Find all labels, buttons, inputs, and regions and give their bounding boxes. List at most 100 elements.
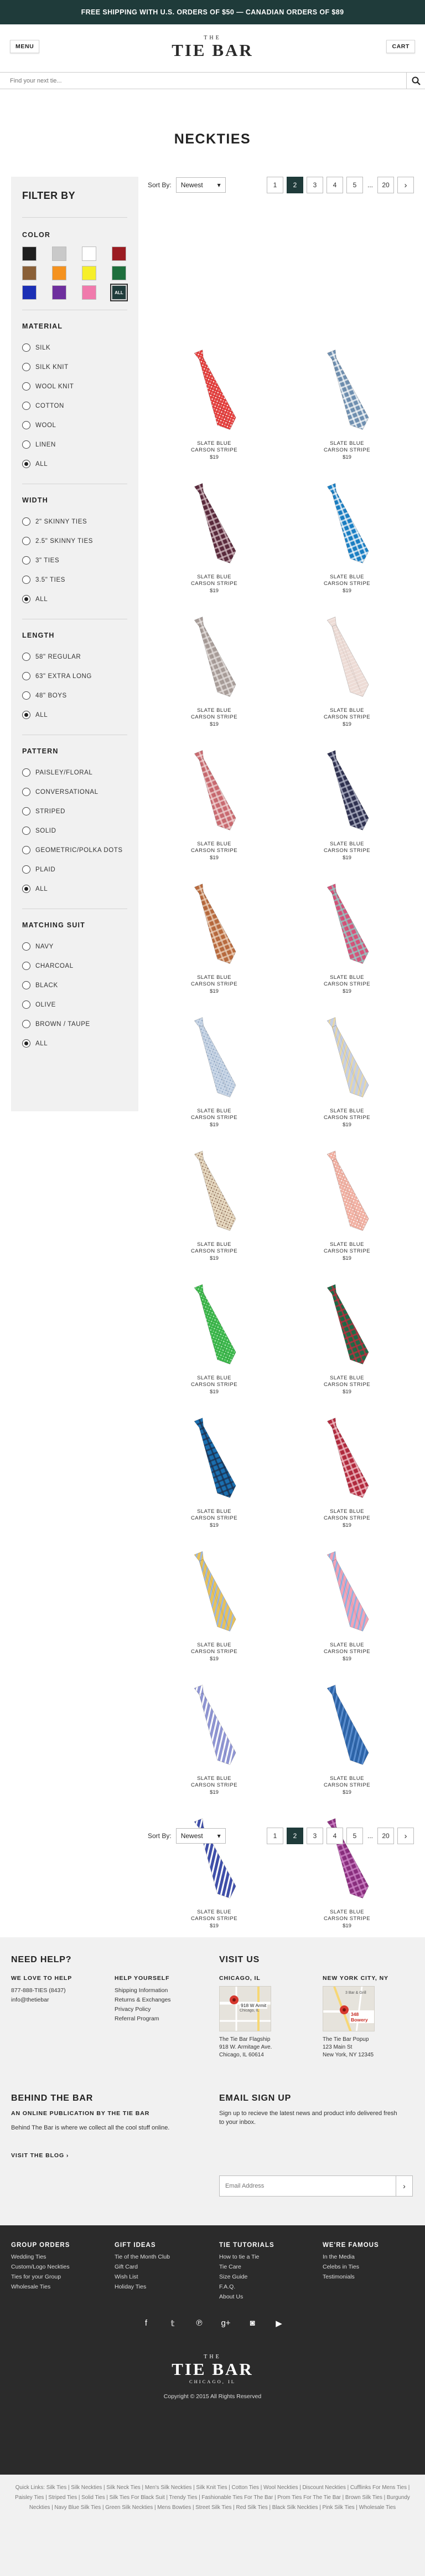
group-orders-link[interactable]: Wholesale Ties [11, 2282, 70, 2292]
radio-button[interactable] [22, 691, 30, 700]
product-card[interactable]: SLATE BLUE CARSON STRIPE $19 [281, 747, 413, 880]
product-image[interactable] [181, 613, 247, 702]
gift-ideas-link[interactable]: Gift Card [115, 2262, 170, 2272]
quick-links[interactable]: Quick Links: Silk Ties | Silk Neckties |… [10, 2483, 415, 2513]
product-name[interactable]: CARSON STRIPE [191, 1248, 237, 1255]
product-image[interactable] [181, 1681, 247, 1770]
product-image[interactable] [314, 1014, 380, 1102]
nyc-map[interactable]: 3 Bar & Grill 348 Bowery [323, 1986, 375, 2031]
tie-tutorials-link[interactable]: F.A.Q. [219, 2282, 274, 2292]
page-button[interactable]: 1 [267, 177, 283, 193]
radio-button[interactable] [22, 537, 30, 545]
help-yourself-link[interactable]: Referral Program [115, 2014, 171, 2024]
radio-button[interactable] [22, 421, 30, 429]
page-button[interactable]: 4 [326, 177, 343, 193]
filter-option[interactable]: LINEN [22, 435, 127, 454]
radio-button[interactable] [22, 942, 30, 951]
filter-option[interactable]: OLIVE [22, 995, 127, 1014]
filter-option[interactable]: 48" BOYS [22, 686, 127, 705]
product-name[interactable]: CARSON STRIPE [324, 581, 370, 587]
product-card[interactable]: SLATE BLUE CARSON STRIPE $19 [148, 1681, 281, 1815]
radio-button[interactable] [22, 672, 30, 680]
product-name[interactable]: CARSON STRIPE [191, 581, 237, 587]
twitter-icon[interactable]: 𝕥 [167, 2318, 178, 2328]
product-card[interactable]: SLATE BLUE CARSON STRIPE $19 [148, 1147, 281, 1281]
radio-button[interactable] [22, 440, 30, 449]
product-name[interactable]: CARSON STRIPE [191, 447, 237, 454]
product-image[interactable] [314, 1281, 380, 1369]
sort-select[interactable]: Newest ▾ [175, 177, 226, 193]
radio-button[interactable] [22, 343, 30, 352]
page-button[interactable]: 5 [346, 177, 363, 193]
filter-option[interactable]: 3" TIES [22, 551, 127, 570]
radio-button[interactable] [22, 460, 30, 468]
product-card[interactable]: SLATE BLUE CARSON STRIPE $19 [148, 1014, 281, 1147]
product-name[interactable]: CARSON STRIPE [324, 1916, 370, 1922]
product-name[interactable]: CARSON STRIPE [324, 1382, 370, 1388]
product-name[interactable]: CARSON STRIPE [324, 848, 370, 854]
product-image[interactable] [181, 346, 247, 435]
product-image[interactable] [314, 1681, 380, 1770]
tie-tutorials-link[interactable]: Tie Care [219, 2262, 274, 2272]
radio-button[interactable] [22, 711, 30, 719]
gift-ideas-link[interactable]: Wish List [115, 2272, 170, 2282]
product-name[interactable]: CARSON STRIPE [191, 714, 237, 721]
page-button[interactable]: 3 [307, 177, 323, 193]
product-name[interactable]: CARSON STRIPE [191, 981, 237, 988]
radio-button[interactable] [22, 768, 30, 777]
color-swatch[interactable] [22, 266, 37, 280]
filter-option[interactable]: WOOL KNIT [22, 377, 127, 396]
email-submit-button[interactable]: › [396, 2176, 412, 2196]
product-name[interactable]: CARSON STRIPE [324, 714, 370, 721]
filter-option[interactable]: SILK KNIT [22, 357, 127, 377]
product-name[interactable]: CARSON STRIPE [191, 1782, 237, 1789]
product-card[interactable]: SLATE BLUE CARSON STRIPE $19 [148, 1414, 281, 1548]
filter-option[interactable]: 58" REGULAR [22, 647, 127, 666]
product-card[interactable]: SLATE BLUE CARSON STRIPE $19 [281, 346, 413, 480]
gift-ideas-link[interactable]: Tie of the Month Club [115, 2252, 170, 2262]
radio-button[interactable] [22, 1039, 30, 1048]
filter-option[interactable]: ALL [22, 589, 127, 609]
product-card[interactable]: SLATE BLUE CARSON STRIPE $19 [148, 880, 281, 1014]
product-image[interactable] [314, 747, 380, 835]
filter-option[interactable]: 3.5" TIES [22, 570, 127, 589]
product-image[interactable] [181, 747, 247, 835]
radio-button[interactable] [22, 363, 30, 371]
search-button[interactable] [406, 73, 425, 89]
product-image[interactable] [314, 1147, 380, 1236]
visit-blog-link[interactable]: VISIT THE BLOG › [11, 2152, 69, 2159]
product-image[interactable] [181, 1147, 247, 1236]
youtube-icon[interactable]: ▶ [273, 2318, 284, 2328]
site-logo[interactable]: THE TIE BAR [0, 35, 425, 60]
filter-option[interactable]: CHARCOAL [22, 956, 127, 976]
color-swatch[interactable] [22, 247, 37, 261]
radio-button[interactable] [22, 595, 30, 603]
product-name[interactable]: CARSON STRIPE [324, 1515, 370, 1522]
color-swatch[interactable]: ALL [110, 284, 128, 301]
radio-button[interactable] [22, 556, 30, 565]
next-page-button[interactable]: › [397, 177, 414, 193]
color-swatch[interactable] [52, 266, 66, 280]
page-button[interactable]: 20 [377, 1828, 394, 1844]
product-name[interactable]: CARSON STRIPE [324, 1782, 370, 1789]
product-card[interactable]: SLATE BLUE CARSON STRIPE $19 [148, 1281, 281, 1414]
email-field[interactable] [220, 2176, 396, 2196]
radio-button[interactable] [22, 382, 30, 391]
were-famous-link[interactable]: Celebs in Ties [323, 2262, 379, 2272]
filter-option[interactable]: NAVY [22, 937, 127, 956]
sort-select[interactable]: Newest ▾ [175, 1828, 226, 1844]
product-image[interactable] [181, 880, 247, 969]
radio-button[interactable] [22, 653, 30, 661]
filter-option[interactable]: CONVERSATIONAL [22, 782, 127, 802]
page-button[interactable]: 2 [287, 177, 303, 193]
were-famous-link[interactable]: Testimonials [323, 2272, 379, 2282]
product-image[interactable] [314, 1548, 380, 1636]
filter-option[interactable]: ALL [22, 705, 127, 725]
radio-button[interactable] [22, 981, 30, 989]
filter-option[interactable]: ALL [22, 1034, 127, 1053]
tie-tutorials-link[interactable]: Size Guide [219, 2272, 274, 2282]
product-image[interactable] [181, 1281, 247, 1369]
product-card[interactable]: SLATE BLUE CARSON STRIPE $19 [281, 1681, 413, 1815]
radio-button[interactable] [22, 885, 30, 893]
email-link[interactable]: info@thetiebar [11, 1995, 72, 2005]
